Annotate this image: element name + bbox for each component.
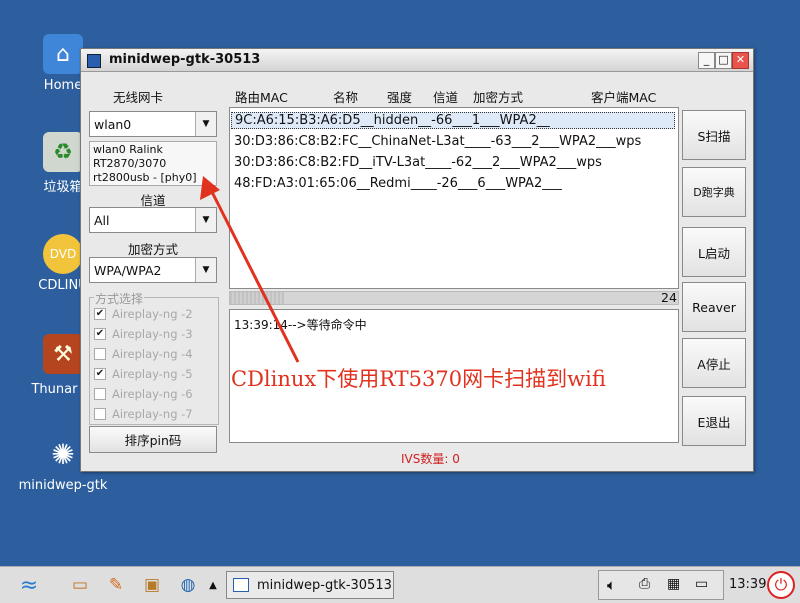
channel-select[interactable]: All ▼ <box>89 207 217 233</box>
header-encryption: 加密方式 <box>473 90 524 105</box>
ap-list[interactable]: 9C:A6:15:B3:A6:D5__hidden__-66___1___WPA… <box>229 107 679 289</box>
method-checkbox-row[interactable]: Aireplay-ng -6 <box>94 387 193 401</box>
home-folder-icon: ⌂ <box>43 34 83 74</box>
battery-icon[interactable]: ▭ <box>695 576 708 592</box>
trash-icon: ♻ <box>43 132 83 172</box>
network-icon[interactable]: ▦ <box>667 576 680 592</box>
dictionary-button[interactable]: D跑字典 <box>682 167 746 217</box>
checkbox[interactable] <box>94 348 106 360</box>
window-title: minidwep-gtk-30513 <box>109 52 261 67</box>
taskbar-window-label: minidwep-gtk-30513 <box>257 577 392 593</box>
ap-list-row[interactable]: 30:D3:86:C8:B2:FC__ChinaNet-L3at____-63_… <box>234 134 641 149</box>
minimize-button[interactable]: _ <box>698 52 715 69</box>
method-checkbox-row[interactable]: Aireplay-ng -7 <box>94 407 193 421</box>
nic-info-line: rt2800usb - [phy0] <box>93 171 197 184</box>
method-group: 方式选择 ✔ Aireplay-ng -2 ✔ Aireplay-ng -3 Air… <box>89 290 219 425</box>
up-arrow-icon[interactable]: ▲ <box>206 573 220 597</box>
ivs-count: IVS数量: 0 <box>401 452 460 466</box>
channel-select-value: All <box>94 213 110 228</box>
log-line: 13:39:14-->等待命令中 <box>234 318 367 332</box>
checkbox[interactable] <box>94 388 106 400</box>
power-icon[interactable]: ⏻ <box>767 571 795 599</box>
nic-info: wlan0 Ralink RT2870/3070 rt2800usb - [ph… <box>89 141 217 186</box>
method-checkbox-row[interactable]: Aireplay-ng -4 <box>94 347 193 361</box>
encryption-select-value: WPA/WPA2 <box>94 263 162 278</box>
method-checkbox-row[interactable]: ✔ Aireplay-ng -3 <box>94 327 193 341</box>
method-checkbox-row[interactable]: ✔ Aireplay-ng -5 <box>94 367 193 381</box>
window-app-icon <box>233 578 249 592</box>
header-client-mac: 客户端MAC <box>591 90 657 105</box>
minidwep-window: minidwep-gtk-30513 _ □ ✕ 无线网卡 路由MAC 名称 强… <box>80 48 754 472</box>
chevron-down-icon[interactable]: ▼ <box>195 258 216 282</box>
window-app-icon <box>87 54 101 68</box>
nic-info-line: RT2870/3070 <box>93 157 167 170</box>
encryption-label: 加密方式 <box>127 242 178 257</box>
reaver-button[interactable]: Reaver <box>682 282 746 332</box>
encryption-select[interactable]: WPA/WPA2 ▼ <box>89 257 217 283</box>
method-label: Aireplay-ng -5 <box>112 367 193 381</box>
clock: 13:39 <box>729 577 767 592</box>
minidwep-gtk-icon: ✺ <box>51 437 75 471</box>
header-strength: 强度 <box>387 90 413 105</box>
exit-button[interactable]: E退出 <box>682 396 746 446</box>
nic-label: 无线网卡 <box>113 90 164 105</box>
ap-list-row[interactable]: 30:D3:86:C8:B2:FD__iTV-L3at____-62___2__… <box>234 155 602 170</box>
start-icon[interactable]: ≈ <box>8 573 50 598</box>
sort-pin-button[interactable]: 排序pin码 <box>89 426 217 453</box>
stop-button[interactable]: A停止 <box>682 338 746 388</box>
checkbox[interactable]: ✔ <box>94 308 106 320</box>
volume-icon[interactable]: 🔈︎ <box>607 576 616 594</box>
window-titlebar[interactable]: minidwep-gtk-30513 _ □ ✕ <box>81 49 753 72</box>
scan-button[interactable]: S扫描 <box>682 110 746 160</box>
chevron-down-icon[interactable]: ▼ <box>195 208 216 232</box>
close-button[interactable]: ✕ <box>732 52 749 69</box>
progress-bar <box>229 291 679 305</box>
method-label: Aireplay-ng -4 <box>112 347 193 361</box>
file-manager-icon: ⚒ <box>43 334 83 374</box>
table-icon[interactable]: ▭ <box>68 573 92 597</box>
checkbox[interactable] <box>94 408 106 420</box>
checkbox[interactable]: ✔ <box>94 328 106 340</box>
method-label: Aireplay-ng -7 <box>112 407 193 421</box>
chevron-down-icon[interactable]: ▼ <box>195 112 216 136</box>
header-router-mac: 路由MAC <box>235 90 288 105</box>
header-channel: 信道 <box>433 90 459 105</box>
taskbar-window-button[interactable]: minidwep-gtk-30513 <box>226 571 394 599</box>
nic-info-line: wlan0 Ralink <box>93 143 163 156</box>
annotation-text: CDlinux下使用RT5370网卡扫描到wifi <box>231 367 606 391</box>
progress-fill <box>230 292 284 304</box>
text-editor-icon[interactable]: ✎ <box>104 573 128 597</box>
ap-list-row[interactable]: 9C:A6:15:B3:A6:D5__hidden__-66___1___WPA… <box>231 112 675 129</box>
header-name: 名称 <box>333 90 359 105</box>
taskbar: ≈ ▭ ✎ ▣ ◍ ▲ minidwep-gtk-30513 🔈︎ ⎙ ▦ ▭ … <box>0 566 800 603</box>
image-viewer-icon[interactable]: ▣ <box>140 573 164 597</box>
ap-list-row[interactable]: 48:FD:A3:01:65:06__Redmi____-26___6___WP… <box>234 176 562 191</box>
system-tray: 🔈︎ ⎙ ▦ ▭ <box>598 570 724 600</box>
method-label: Aireplay-ng -6 <box>112 387 193 401</box>
progress-value: 24 <box>661 290 677 305</box>
nic-select-value: wlan0 <box>94 117 132 132</box>
nic-select[interactable]: wlan0 ▼ <box>89 111 217 137</box>
method-label: Aireplay-ng -3 <box>112 327 193 341</box>
dvd-icon: DVD <box>43 234 83 274</box>
checkbox[interactable]: ✔ <box>94 368 106 380</box>
printer-icon[interactable]: ⎙ <box>639 576 650 592</box>
method-label: Aireplay-ng -2 <box>112 307 193 321</box>
launch-button[interactable]: L启动 <box>682 227 746 277</box>
browser-globe-icon[interactable]: ◍ <box>176 573 200 597</box>
desktop-icon-label: minidwep-gtk <box>18 478 108 493</box>
method-group-label: 方式选择 <box>94 290 145 307</box>
method-checkbox-row[interactable]: ✔ Aireplay-ng -2 <box>94 307 193 321</box>
maximize-button[interactable]: □ <box>715 52 732 69</box>
